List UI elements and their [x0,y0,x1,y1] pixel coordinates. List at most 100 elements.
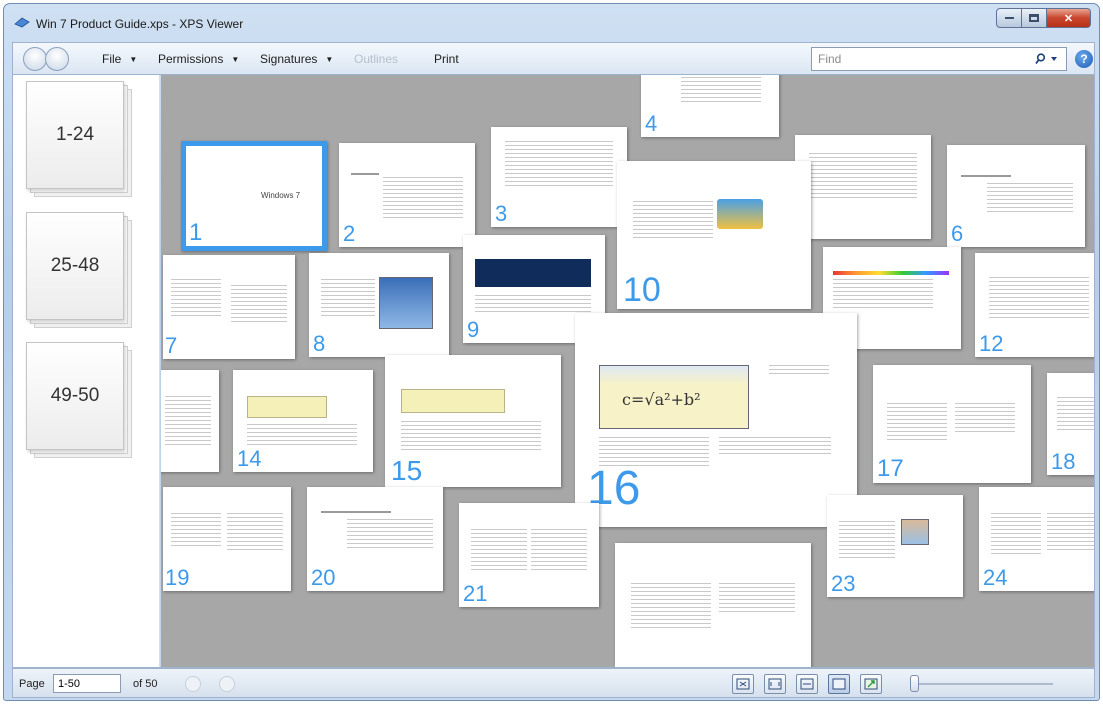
page-number-input[interactable] [53,674,121,693]
page-range-49-50[interactable]: 49-50 [26,342,132,458]
page-thumbnail-14[interactable]: 14 [233,370,373,472]
page-thumbnail-22[interactable]: 22 [615,543,811,667]
close-button[interactable]: ✕ [1047,8,1091,28]
page-number: 15 [391,455,423,486]
page-range-label: 25-48 [26,212,124,320]
page-thumbnail-23[interactable]: 23 [827,495,963,597]
fit-width-button[interactable] [764,674,786,694]
page-number: 3 [495,201,508,226]
page-thumbnail-1[interactable]: Windows 7 1 [181,141,327,251]
two-page-button[interactable] [860,674,882,694]
menu-outlines: Outlines [354,52,398,66]
text-block [321,279,375,319]
text-block [227,513,283,553]
page-label: Page [19,678,45,690]
text-block [839,521,895,561]
page-thumbnail-10[interactable]: 10 [617,161,811,309]
forward-button[interactable] [45,47,69,71]
page-thumbnail-6[interactable]: 6 [947,145,1085,247]
text-block [505,141,613,187]
heading-line [321,511,391,513]
text-block [1057,397,1094,433]
menu-file-label: File [102,52,122,66]
help-icon[interactable]: ? [1075,50,1093,68]
find-input[interactable] [816,49,1006,69]
text-block [475,295,591,313]
zoom-slider-thumb[interactable] [910,675,919,692]
text-block [833,279,933,309]
zoom-slider-track[interactable] [918,683,1053,685]
next-page-button[interactable] [219,676,235,692]
page-range-25-48[interactable]: 25-48 [26,212,132,328]
actual-size-icon [736,678,750,690]
page-thumbnail-21[interactable]: 21 [459,503,599,607]
page-thumbnail-19[interactable]: 19 [163,487,291,591]
text-block [633,201,713,241]
menu-signatures-label: Signatures [260,52,318,66]
text-block [987,183,1073,213]
text-block [989,277,1089,319]
page-thumbnail-12[interactable]: 12 [975,253,1094,357]
formula-text: c=√a²+b² [622,390,701,409]
heading-line [961,175,1011,177]
page-number: 21 [463,581,488,606]
text-block [809,153,917,199]
page-number: 6 [951,221,964,246]
page-range-1-24[interactable]: 1-24 [26,81,132,197]
document-area: 1-24 25-48 49-50 4 3 5 [12,74,1095,668]
status-bar: Page of 50 [12,668,1095,698]
back-button[interactable] [23,47,47,71]
xps-app-icon [14,17,30,28]
page-number: 7 [165,333,178,358]
page-thumbnail-grid: 4 3 5 Windows 7 1 2 6 [161,75,1094,667]
fit-width-icon [768,678,782,690]
page-number: 4 [645,111,658,136]
window-controls: ✕ [996,8,1091,30]
menu-signatures[interactable]: Signatures ▼ [260,52,333,66]
text-block [401,421,541,451]
start-menu-screenshot-image [379,277,433,329]
maximize-button[interactable] [1022,8,1047,28]
thumbnails-view-button[interactable] [828,674,850,694]
page-thumbnail-5[interactable]: 5 [795,135,931,239]
resize-arrow-icon [864,678,878,690]
text-block [171,513,221,549]
text-block [681,77,761,103]
print-button[interactable]: Print [434,52,459,66]
navigation-buttons [23,47,71,71]
text-block [991,513,1041,555]
find-button[interactable] [1030,50,1064,68]
menu-file[interactable]: File ▼ [102,52,137,66]
page-thumbnail-17[interactable]: 17 [873,365,1031,483]
page-number: 8 [313,331,326,356]
menu-permissions-label: Permissions [158,52,224,66]
page-number: 10 [623,271,661,309]
page-thumbnail-18[interactable]: 18 [1047,373,1094,475]
page-number: 18 [1051,449,1076,474]
page-thumbnail-4[interactable]: 4 [641,75,779,137]
page-count-label: of 50 [133,678,158,690]
page-thumbnail-7[interactable]: 7 [163,255,295,359]
page-thumbnail-8[interactable]: 8 [309,253,449,357]
page-thumbnail-3[interactable]: 3 [491,127,627,227]
page-thumbnail-15[interactable]: 15 [385,355,561,487]
menu-permissions[interactable]: Permissions ▼ [158,52,239,66]
page-number: 19 [165,565,190,590]
page-thumbnail-13[interactable] [161,370,219,472]
page-thumbnail-24[interactable]: 24 [979,487,1094,591]
actual-size-button[interactable] [732,674,754,694]
minimize-button[interactable] [996,8,1022,28]
text-block [347,519,433,549]
window-title: Win 7 Product Guide.xps - XPS Viewer [36,17,244,31]
page-thumbnail-16[interactable]: c=√a²+b² 16 [575,313,857,527]
page-thumbnail-2[interactable]: 2 [339,143,475,247]
full-page-button[interactable] [796,674,818,694]
page-number: 24 [983,565,1008,590]
text-block [719,583,795,613]
weather-gadget-image [717,199,763,229]
page-number: 2 [343,221,356,246]
previous-page-button[interactable] [185,676,201,692]
page-number: 20 [311,565,336,590]
page-thumbnail-20[interactable]: 20 [307,487,443,591]
text-block [165,396,211,446]
